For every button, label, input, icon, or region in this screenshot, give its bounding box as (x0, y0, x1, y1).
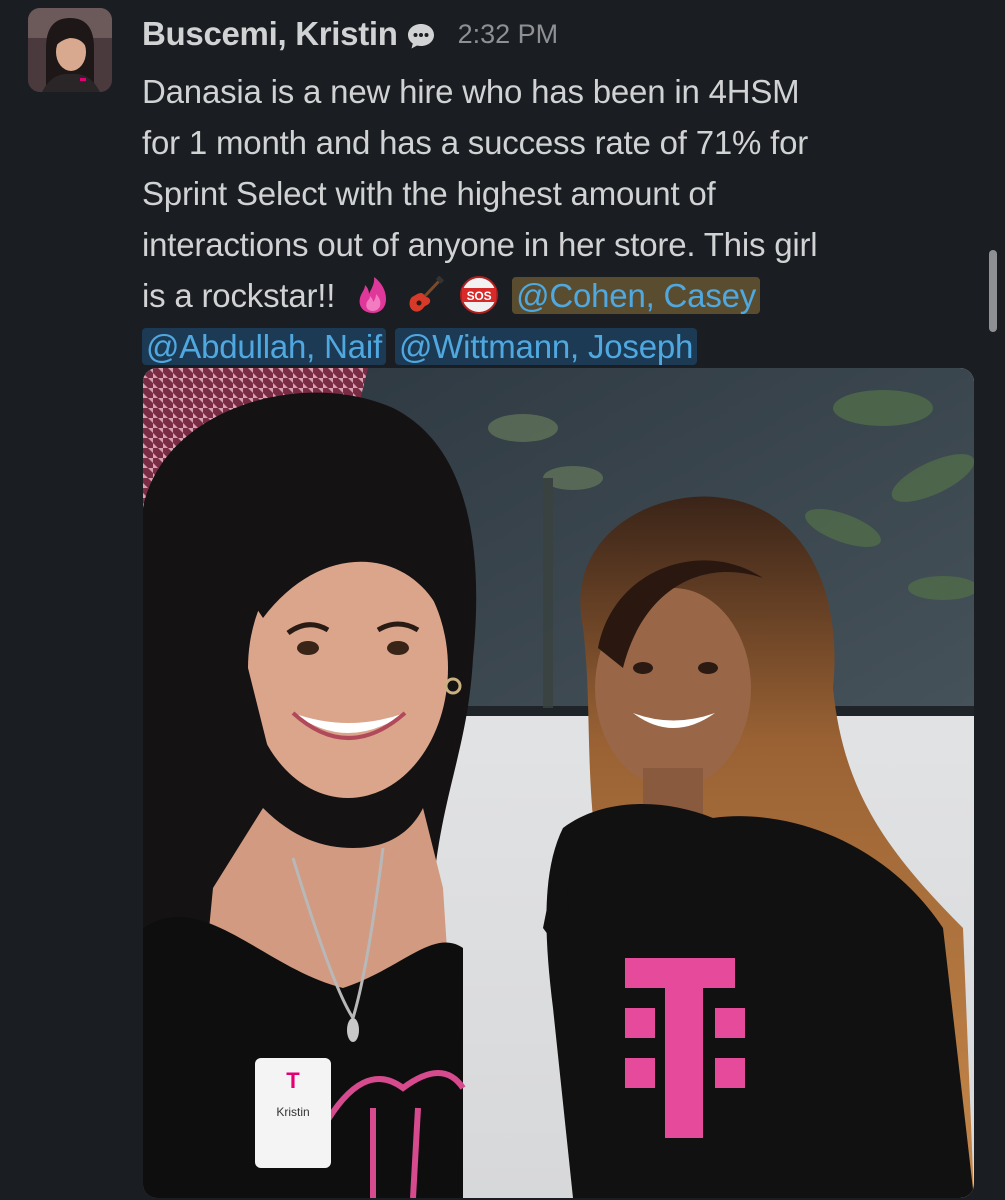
status-speech-bubble-icon (406, 21, 436, 51)
svg-text:T: T (286, 1068, 300, 1093)
message-text-line: interactions out of anyone in her store.… (142, 226, 818, 263)
message-body: Danasia is a new hire who has been in 4H… (142, 66, 982, 372)
author-name[interactable]: Buscemi, Kristin (142, 15, 398, 53)
badge-name-text: Kristin (276, 1105, 309, 1119)
mention-cohen-casey[interactable]: @Cohen, Casey (512, 277, 761, 314)
message-text-line: Sprint Select with the highest amount of (142, 175, 716, 212)
message-text-line: Danasia is a new hire who has been in 4H… (142, 73, 800, 110)
message-text-line-with-mention: is a rockstar!! SOS @Cohen, Casey (142, 270, 982, 321)
scrollbar-thumb[interactable] (989, 250, 997, 332)
sos-icon[interactable]: SOS (459, 275, 499, 315)
message-timestamp[interactable]: 2:32 PM (458, 19, 559, 50)
message-text-line: for 1 month and has a success rate of 71… (142, 124, 809, 161)
mentions-line: @Abdullah, Naif @Wittmann, Joseph (142, 321, 982, 372)
mention-wittmann-joseph[interactable]: @Wittmann, Joseph (394, 328, 698, 365)
author-avatar[interactable] (28, 8, 112, 92)
photo-person-left: T Kristin (143, 392, 477, 1198)
slack-message: Buscemi, Kristin 2:32 PM Danasia is a ne… (0, 0, 1005, 1200)
guitar-icon[interactable] (406, 275, 446, 315)
message-text-line: is a rockstar!! (142, 277, 336, 314)
svg-text:SOS: SOS (467, 289, 492, 303)
attached-photo[interactable]: T Kristin (143, 368, 974, 1198)
mention-abdullah-naif[interactable]: @Abdullah, Naif (142, 328, 386, 365)
message-header: Buscemi, Kristin 2:32 PM (142, 10, 558, 58)
fire-icon[interactable] (353, 275, 393, 315)
